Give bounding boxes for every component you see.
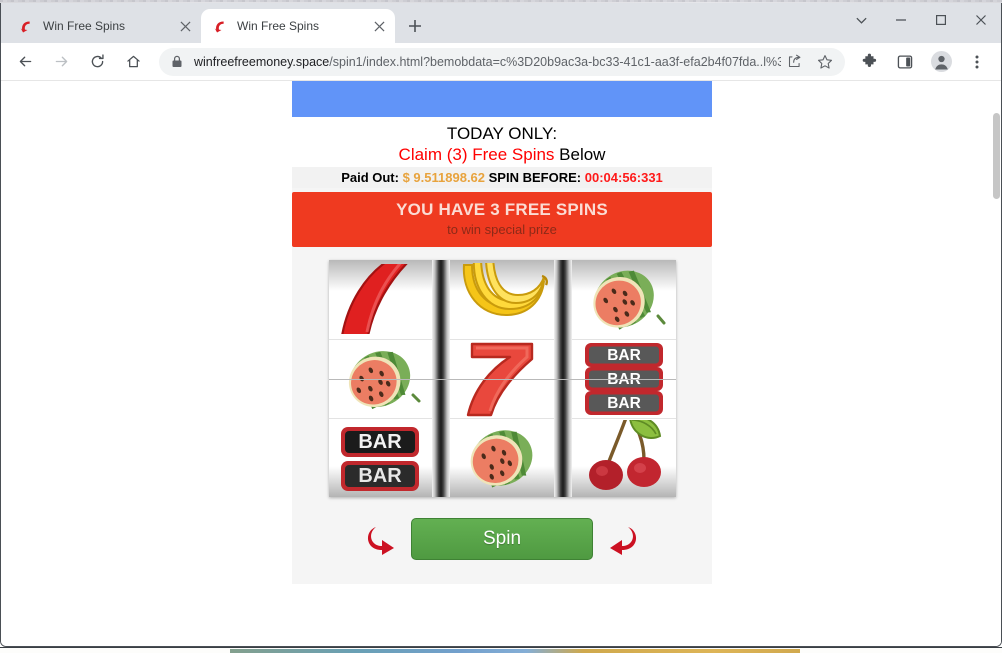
- free-spins-banner: YOU HAVE 3 FREE SPINS to win special pri…: [292, 192, 712, 247]
- spin-controls: Spin: [292, 518, 712, 584]
- minimize-button[interactable]: [881, 3, 921, 37]
- page-headline: TODAY ONLY: Claim (3) Free Spins Below: [292, 117, 712, 167]
- lock-icon: [171, 55, 185, 68]
- background-taskbar-strip: [230, 649, 800, 653]
- browser-window: Win Free Spins Win Free Spins winfreefre…: [0, 3, 1002, 647]
- svg-text:BAR: BAR: [607, 347, 641, 364]
- page-scrollbar[interactable]: [992, 81, 1001, 646]
- tab-strip: Win Free Spins Win Free Spins: [1, 3, 1001, 43]
- svg-text:BAR: BAR: [359, 431, 403, 453]
- bar-double-symbol-icon: BAR BAR: [341, 426, 420, 491]
- tab-close-icon[interactable]: [371, 18, 387, 34]
- banner-title: YOU HAVE 3 FREE SPINS: [396, 200, 608, 219]
- scrollbar-thumb[interactable]: [993, 113, 1000, 199]
- new-tab-button[interactable]: [401, 12, 429, 40]
- headline-claim-red: Claim (3) Free Spins: [398, 145, 555, 164]
- tab-favicon-icon: [18, 18, 34, 34]
- close-button[interactable]: [961, 3, 1001, 37]
- landing-page-content: TODAY ONLY: Claim (3) Free Spins Below P…: [292, 81, 712, 584]
- home-icon[interactable]: [119, 48, 147, 76]
- page-viewport: TODAY ONLY: Claim (3) Free Spins Below P…: [1, 81, 1001, 646]
- star-icon[interactable]: [817, 54, 835, 70]
- watermelon-symbol-icon: [470, 430, 533, 488]
- banana-symbol-icon: [462, 263, 548, 317]
- tab-title: Win Free Spins: [43, 19, 126, 33]
- maximize-button[interactable]: [921, 3, 961, 37]
- forward-arrow-icon[interactable]: [47, 48, 75, 76]
- paid-out-amount: $ 9.511898.62: [402, 170, 486, 185]
- tab-win-free-spins-1[interactable]: Win Free Spins: [7, 9, 201, 43]
- headline-claim-line: Claim (3) Free Spins Below: [292, 144, 712, 165]
- profile-avatar-icon[interactable]: [927, 48, 955, 76]
- banner-subtitle: to win special prize: [447, 222, 557, 237]
- svg-text:BAR: BAR: [607, 395, 641, 412]
- blue-ad-banner[interactable]: [292, 81, 712, 117]
- tab-win-free-spins-2[interactable]: Win Free Spins: [201, 9, 395, 43]
- curved-arrow-left-icon: [602, 522, 638, 556]
- watermelon-symbol-icon: [593, 271, 666, 331]
- browser-toolbar: winfreefreemoney.space/spin1/index.html?…: [1, 43, 1001, 81]
- spin-before-label: SPIN BEFORE:: [488, 170, 582, 185]
- paid-out-label: Paid Out:: [341, 170, 399, 185]
- address-bar-url: winfreefreemoney.space/spin1/index.html?…: [194, 48, 781, 76]
- curved-arrow-right-icon: [366, 522, 402, 556]
- spin-button[interactable]: Spin: [411, 518, 593, 560]
- tab-title: Win Free Spins: [237, 19, 320, 33]
- headline-today-only: TODAY ONLY:: [446, 124, 558, 143]
- url-path: /spin1/index.html?bemobdata=c%3D20b9ac3a…: [329, 54, 781, 69]
- reload-icon[interactable]: [83, 48, 111, 76]
- address-bar[interactable]: winfreefreemoney.space/spin1/index.html?…: [159, 47, 845, 76]
- slot-cell-r1c1: [329, 260, 433, 339]
- window-controls: [841, 3, 1001, 37]
- slot-cell-r2c1: [450, 260, 554, 339]
- slot-cell-r3c1: [572, 260, 676, 339]
- three-dot-menu-icon[interactable]: [963, 48, 991, 76]
- slot-machine[interactable]: BAR BAR BAR BAR BAR: [328, 260, 676, 497]
- tab-search-button[interactable]: [841, 3, 881, 37]
- slot-cell-r3c3: [571, 417, 676, 497]
- puzzle-piece-icon[interactable]: [855, 48, 883, 76]
- background-window-bottom-sliver: [0, 647, 1002, 653]
- side-panel-icon[interactable]: [891, 48, 919, 76]
- url-domain: winfreefreemoney.space: [194, 54, 330, 69]
- payout-status-bar: Paid Out: $ 9.511898.62 SPIN BEFORE: 00:…: [292, 167, 712, 188]
- headline-below: Below: [554, 145, 606, 164]
- spin-before-timer: 00:04:56:331: [584, 170, 663, 185]
- svg-text:BAR: BAR: [359, 465, 403, 487]
- seven-symbol-icon: [341, 264, 409, 335]
- tab-close-icon[interactable]: [177, 18, 193, 34]
- slot-cell-r2c3: [450, 417, 554, 497]
- tab-favicon-icon: [212, 18, 228, 34]
- share-icon[interactable]: [787, 54, 805, 69]
- cherry-symbol-icon: [588, 419, 661, 490]
- payline: [328, 378, 676, 380]
- slot-cell-r1c3: BAR BAR: [328, 417, 433, 497]
- back-arrow-icon[interactable]: [11, 48, 39, 76]
